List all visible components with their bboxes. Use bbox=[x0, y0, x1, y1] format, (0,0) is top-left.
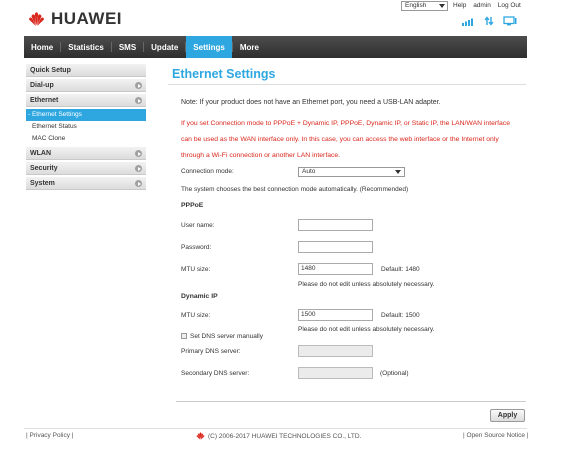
sidebar-item-label: Dial-up bbox=[30, 82, 54, 89]
chevron-right-icon bbox=[135, 165, 142, 172]
chevron-right-icon bbox=[135, 82, 142, 89]
optional-label: (Optional) bbox=[380, 370, 409, 377]
user-name: admin bbox=[473, 2, 491, 9]
huawei-logo-icon bbox=[29, 12, 44, 26]
huawei-logo: HUAWEI bbox=[28, 7, 122, 31]
sidebar-item-label: System bbox=[30, 180, 55, 187]
open-source-notice-link[interactable]: | Open Source Notice | bbox=[463, 432, 529, 439]
connection-mode-value: Auto bbox=[302, 168, 316, 175]
password-label: Password: bbox=[181, 244, 212, 251]
footer-divider bbox=[24, 428, 527, 429]
top-links: Help admin Log Out bbox=[453, 2, 526, 9]
sidebar-item-quick-setup[interactable]: Quick Setup bbox=[26, 64, 146, 77]
dynamic-mtu-label: MTU size: bbox=[181, 312, 211, 319]
copyright: (C) 2006-2017 HUAWEI TECHNOLOGIES CO., L… bbox=[196, 432, 361, 440]
usb-lan-note: Note: If your product does not have an E… bbox=[181, 99, 441, 106]
sidebar-item-label: Security bbox=[30, 165, 58, 172]
nav-statistics[interactable]: Statistics bbox=[61, 36, 111, 58]
sidebar-subitem-mac-clone[interactable]: MAC Clone bbox=[26, 133, 146, 145]
copyright-text: (C) 2006-2017 HUAWEI TECHNOLOGIES CO., L… bbox=[208, 432, 362, 440]
pppoe-mtu-default: Default: 1480 bbox=[381, 266, 420, 273]
nav-update[interactable]: Update bbox=[144, 36, 185, 58]
primary-dns-input[interactable] bbox=[298, 345, 373, 357]
sidebar-item-dialup[interactable]: Dial-up bbox=[26, 79, 146, 92]
chevron-down-icon bbox=[395, 170, 401, 174]
huawei-mini-logo-icon bbox=[196, 432, 205, 440]
brand-name: HUAWEI bbox=[51, 9, 122, 28]
sidebar-subitem-ethernet-settings[interactable]: - Ethernet Settings bbox=[26, 109, 146, 121]
primary-dns-label: Primary DNS server: bbox=[181, 348, 241, 355]
sidebar-item-label: Ethernet bbox=[30, 97, 59, 104]
language-select[interactable]: English bbox=[401, 1, 448, 11]
pc-connection-icon bbox=[503, 16, 517, 26]
dynamic-ip-section-title: Dynamic IP bbox=[181, 293, 218, 300]
pppoe-mtu-label: MTU size: bbox=[181, 266, 211, 273]
dynamic-mtu-input[interactable]: 1500 bbox=[298, 309, 373, 321]
sidebar-item-security[interactable]: Security bbox=[26, 162, 146, 175]
dns-manual-label: Set DNS server manually bbox=[190, 333, 263, 340]
pppoe-mtu-input[interactable]: 1480 bbox=[298, 263, 373, 275]
chevron-down-icon bbox=[439, 4, 445, 8]
chevron-right-icon bbox=[135, 150, 142, 157]
secondary-dns-input[interactable] bbox=[298, 367, 373, 379]
language-value: English bbox=[405, 2, 427, 9]
secondary-dns-label: Secondary DNS server: bbox=[181, 370, 250, 377]
apply-button[interactable]: Apply bbox=[490, 409, 525, 422]
logout-link[interactable]: Log Out bbox=[498, 2, 521, 9]
title-divider bbox=[168, 84, 526, 85]
data-transfer-icon bbox=[484, 16, 494, 26]
privacy-policy-link[interactable]: | Privacy Policy | bbox=[26, 432, 73, 439]
auto-mode-hint: The system chooses the best connection m… bbox=[181, 186, 409, 193]
status-icons bbox=[462, 16, 517, 26]
sidebar-subitem-ethernet-status[interactable]: Ethernet Status bbox=[26, 121, 146, 133]
sidebar-item-label: WLAN bbox=[30, 150, 51, 157]
connection-mode-select[interactable]: Auto bbox=[298, 167, 405, 177]
chevron-right-icon bbox=[135, 180, 142, 187]
dns-manual-checkbox[interactable] bbox=[181, 333, 187, 339]
nav-sms[interactable]: SMS bbox=[112, 36, 143, 58]
sidebar-item-ethernet[interactable]: Ethernet bbox=[26, 94, 146, 107]
sidebar: Quick Setup Dial-up Ethernet - Ethernet … bbox=[26, 64, 146, 192]
help-link[interactable]: Help bbox=[453, 2, 466, 9]
connection-mode-label: Connection mode: bbox=[181, 168, 234, 175]
sidebar-item-system[interactable]: System bbox=[26, 177, 146, 190]
dynamic-mtu-default: Default: 1500 bbox=[381, 312, 420, 319]
sidebar-item-wlan[interactable]: WLAN bbox=[26, 147, 146, 160]
username-input[interactable] bbox=[298, 219, 373, 231]
dynamic-mtu-note: Please do not edit unless absolutely nec… bbox=[298, 326, 435, 333]
pppoe-section-title: PPPoE bbox=[181, 202, 204, 209]
pppoe-mtu-note: Please do not edit unless absolutely nec… bbox=[298, 281, 435, 288]
wan-warning: If you set Connection mode to PPPoE + Dy… bbox=[181, 120, 510, 159]
main-nav: Home Statistics SMS Update Settings More bbox=[24, 36, 527, 58]
nav-more[interactable]: More bbox=[233, 36, 266, 58]
nav-home[interactable]: Home bbox=[24, 36, 60, 58]
chevron-down-icon bbox=[135, 97, 142, 104]
form-divider bbox=[176, 401, 526, 402]
password-input[interactable] bbox=[298, 241, 373, 253]
username-label: User name: bbox=[181, 222, 215, 229]
signal-icon bbox=[462, 18, 473, 26]
sidebar-item-label: Quick Setup bbox=[30, 67, 71, 74]
nav-settings[interactable]: Settings bbox=[186, 36, 232, 58]
page-title: Ethernet Settings bbox=[172, 67, 276, 81]
